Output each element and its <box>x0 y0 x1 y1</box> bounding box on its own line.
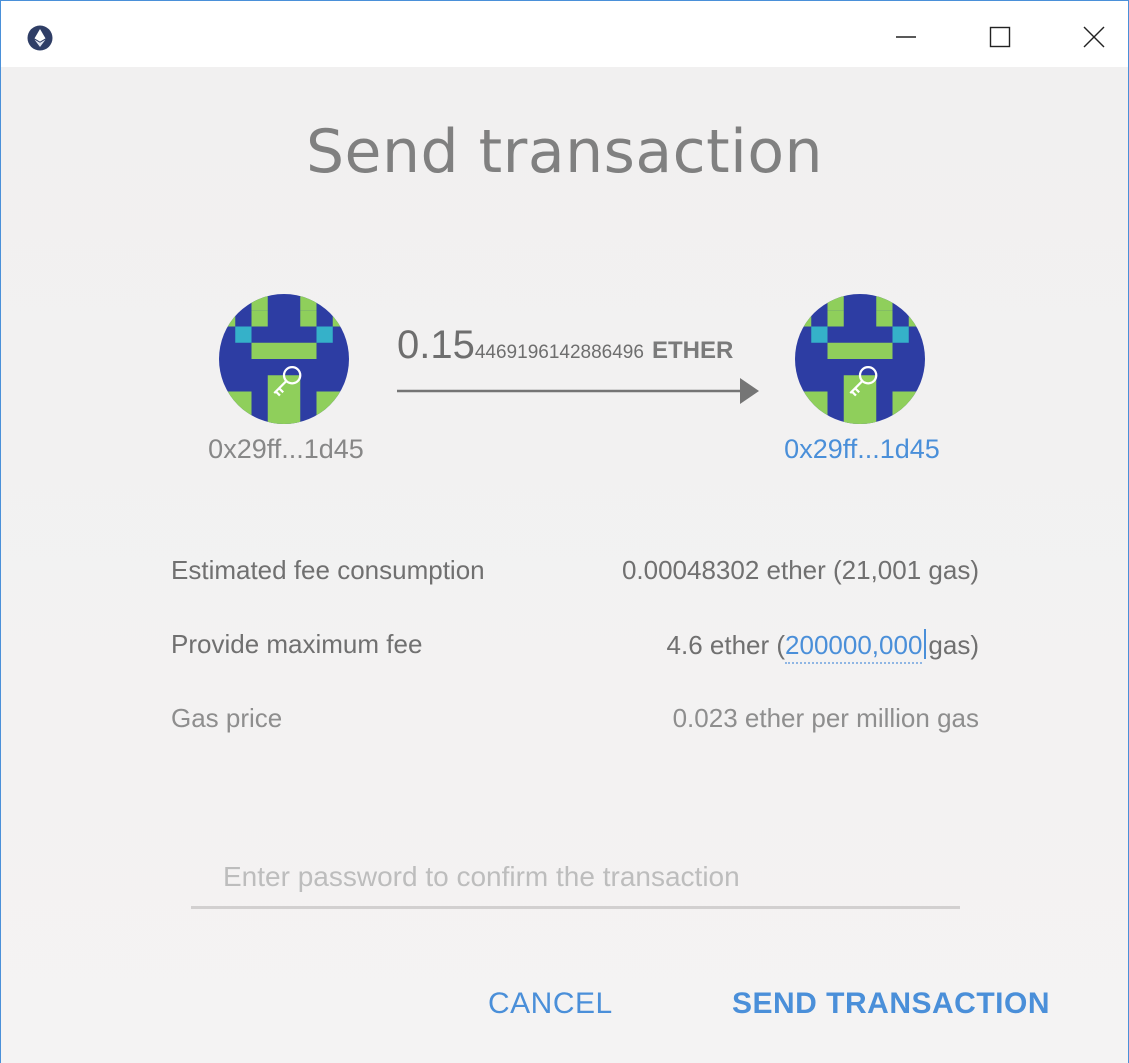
maximize-icon <box>989 26 1011 48</box>
send-transaction-button[interactable]: SEND TRANSACTION <box>732 987 1050 1021</box>
transfer-amount: 0.154469196142886496 ETHER <box>397 323 817 368</box>
amount-major: 0.15 <box>397 323 475 367</box>
minimize-button[interactable] <box>874 11 938 63</box>
page-title: Send transaction <box>305 117 824 187</box>
amount-unit: ETHER <box>651 337 734 364</box>
maximize-button[interactable] <box>968 11 1032 63</box>
close-icon <box>1083 26 1105 48</box>
password-input[interactable] <box>191 847 960 909</box>
max-fee-prefix: 4.6 ether ( <box>666 630 786 660</box>
ethereum-icon <box>27 25 53 51</box>
estimated-fee-label: Estimated fee consumption <box>171 555 485 585</box>
recipient-avatar <box>795 294 925 424</box>
arrow-right-icon <box>397 378 759 404</box>
max-fee-suffix: gas) <box>928 630 979 660</box>
cancel-button[interactable]: CANCEL <box>488 987 613 1021</box>
identicon-key-icon <box>219 294 349 424</box>
estimated-fee-value: 0.00048302 ether (21,001 gas) <box>621 555 979 585</box>
max-fee-label: Provide maximum fee <box>171 629 423 659</box>
gas-price-label: Gas price <box>171 703 283 733</box>
gas-price-value: 0.023 ether per million gas <box>672 703 979 733</box>
title-bar <box>1 1 1128 67</box>
identicon-key-icon <box>795 294 925 424</box>
text-caret <box>924 629 927 659</box>
max-fee-row: Provide maximum fee 4.6 ether (200000,00… <box>171 629 979 669</box>
amount-minor: 4469196142886496 <box>474 342 644 363</box>
sender-address: 0x29ff...1d45 <box>208 434 364 464</box>
recipient-address-link[interactable]: 0x29ff...1d45 <box>742 434 982 465</box>
minimize-icon <box>896 36 916 38</box>
sender-avatar <box>219 294 349 424</box>
dialog-content: Send transaction 0x29ff...1d45 0.1544691… <box>1 67 1128 1063</box>
estimated-fee-row: Estimated fee consumption 0.00048302 eth… <box>171 555 979 595</box>
max-gas-input[interactable]: 200000,000 <box>785 630 923 664</box>
gas-price-row: Gas price 0.023 ether per million gas <box>171 703 979 743</box>
transaction-window: Send transaction 0x29ff...1d45 0.1544691… <box>0 0 1129 1063</box>
close-button[interactable] <box>1062 11 1126 63</box>
max-fee-value: 4.6 ether (200000,000 gas) <box>667 629 979 664</box>
